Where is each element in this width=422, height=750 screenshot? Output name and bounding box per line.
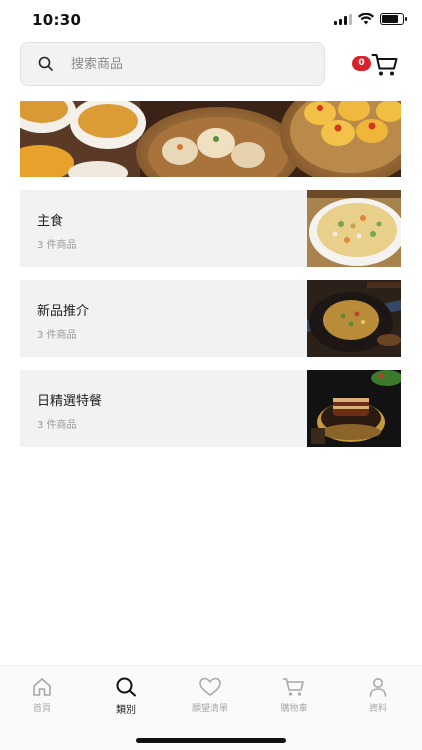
- search-icon: [38, 56, 53, 71]
- category-name: 新品推介: [37, 304, 90, 319]
- braised-pork-image: [307, 370, 401, 447]
- nav-categories[interactable]: 類別: [84, 676, 168, 716]
- cellular-signal-icon: [334, 13, 352, 25]
- search-icon: [116, 677, 136, 697]
- nav-profile[interactable]: 資料: [336, 676, 420, 714]
- category-card-main-dishes[interactable]: 主食 3 件商品: [20, 190, 401, 267]
- fried-rice-plate-image: [307, 280, 401, 357]
- nav-label: 資料: [368, 704, 387, 714]
- category-card-new-items[interactable]: 新品推介 3 件商品: [20, 280, 401, 357]
- nav-label: 願望清單: [191, 704, 228, 714]
- category-name: 日精選特餐: [37, 394, 103, 409]
- cart-button[interactable]: 0: [352, 52, 400, 80]
- user-icon: [369, 678, 387, 697]
- battery-icon: [380, 13, 407, 25]
- nav-label: 類別: [116, 705, 136, 716]
- nav-label: 首頁: [32, 704, 51, 714]
- cart-icon: [282, 678, 304, 696]
- category-count: 3 件商品: [37, 240, 77, 251]
- fried-rice-image: [307, 190, 401, 267]
- status-icons: [334, 13, 407, 25]
- category-count: 3 件商品: [37, 420, 77, 431]
- nav-label: 購物車: [280, 704, 308, 714]
- nav-wishlist[interactable]: 願望清單: [168, 676, 252, 714]
- wifi-icon: [358, 13, 374, 25]
- search-input[interactable]: [71, 56, 291, 72]
- cart-icon: [371, 54, 398, 76]
- category-card-daily-specials[interactable]: 日精選特餐 3 件商品: [20, 370, 401, 447]
- category-name: 主食: [37, 214, 64, 229]
- status-bar: 10:30: [0, 0, 422, 40]
- search-bar[interactable]: [20, 42, 325, 86]
- heart-icon: [199, 677, 221, 696]
- nav-home[interactable]: 首頁: [0, 676, 84, 714]
- status-time: 10:30: [32, 11, 82, 29]
- dim-sum-banner-image: [20, 101, 401, 177]
- category-count: 3 件商品: [37, 330, 77, 341]
- home-icon: [33, 678, 51, 696]
- home-indicator: [136, 738, 286, 743]
- nav-cart[interactable]: 購物車: [252, 676, 336, 714]
- promo-banner[interactable]: [20, 101, 401, 177]
- cart-badge: 0: [352, 56, 371, 71]
